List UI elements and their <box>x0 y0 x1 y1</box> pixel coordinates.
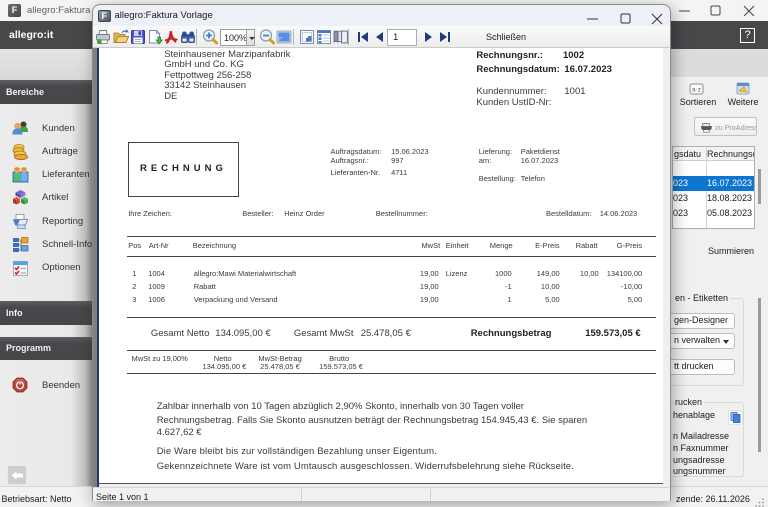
svg-text:a·z: a·z <box>692 87 701 94</box>
